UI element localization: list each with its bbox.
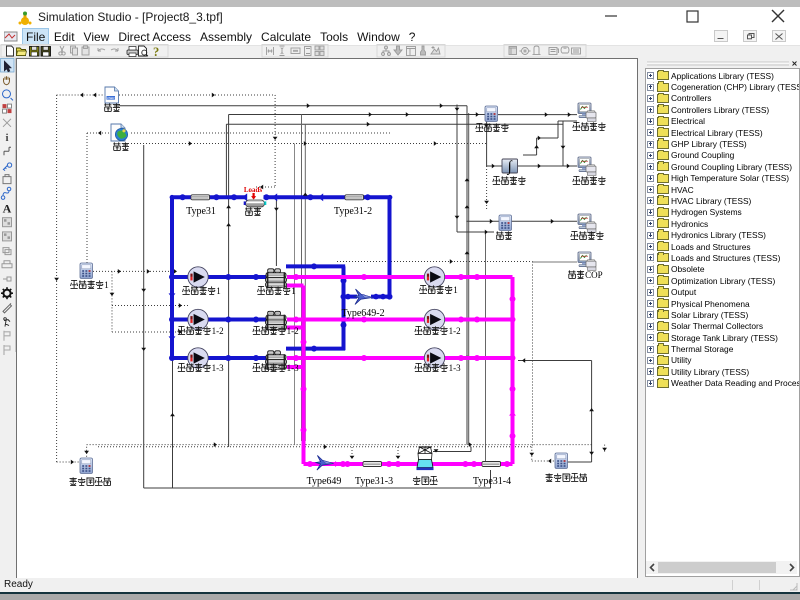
svg-text:Type31-4: Type31-4 — [473, 476, 511, 487]
svg-text:1-3: 1-3 — [449, 363, 461, 373]
svg-text:Loads: Loads — [244, 186, 263, 194]
svg-text:1-3: 1-3 — [212, 363, 224, 373]
svg-text:USER: USER — [107, 96, 115, 100]
svg-text:1: 1 — [453, 285, 458, 295]
svg-text:i: i — [5, 132, 8, 144]
svg-text:Type31: Type31 — [186, 206, 216, 217]
svg-text:1-2: 1-2 — [212, 326, 224, 336]
svg-text:1: 1 — [216, 286, 221, 296]
svg-text:1: 1 — [291, 286, 296, 296]
svg-text:Type649: Type649 — [307, 476, 342, 487]
svg-text:COP: COP — [585, 270, 603, 280]
svg-text:1-2: 1-2 — [449, 326, 461, 336]
svg-text:1-2: 1-2 — [287, 326, 299, 336]
svg-text:?: ? — [153, 45, 159, 58]
svg-text:Type649-2: Type649-2 — [341, 308, 384, 319]
svg-text:1: 1 — [104, 280, 109, 290]
svg-text:A: A — [3, 202, 12, 216]
svg-text:Type31-3: Type31-3 — [355, 476, 393, 487]
svg-text:1-3: 1-3 — [287, 363, 299, 373]
svg-text:Type31-2: Type31-2 — [334, 206, 372, 217]
